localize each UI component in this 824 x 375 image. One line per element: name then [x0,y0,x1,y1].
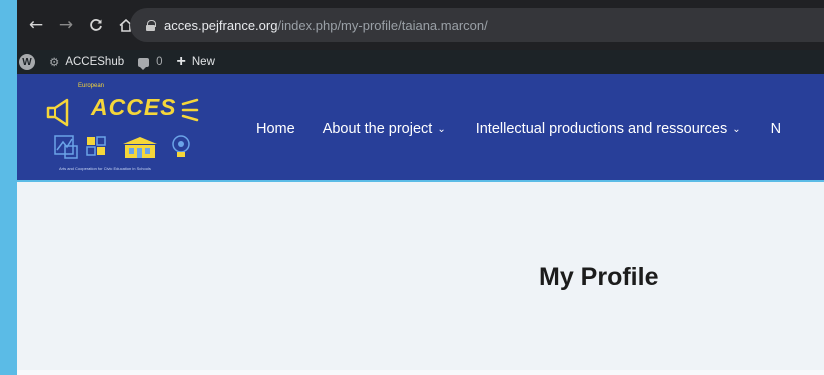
left-frame-strip [0,0,17,375]
forward-arrow-icon[interactable]: → [55,14,77,36]
nav-item-label: N [770,121,782,137]
logo-european-text: European [78,83,105,89]
lock-icon [146,19,156,31]
reload-icon[interactable] [85,14,107,36]
page-title: My Profile [539,263,659,291]
back-arrow-icon[interactable]: ← [25,14,47,36]
url-path: /index.php/my-profile/taiana.marcon/ [277,17,488,33]
site-logo[interactable]: European ACCES Arts and Cooperation for … [43,80,218,176]
nav-item-about-the-project[interactable]: About the project ⌄ [323,121,446,137]
logo-tagline: Arts and Cooperation for Civic Education… [59,166,151,171]
wp-site-link[interactable]: ⚙ ACCEShub [49,55,124,69]
megaphone-icon [46,98,69,127]
wp-site-name: ACCEShub [65,56,125,68]
nav-item-label: Home [256,121,295,137]
wp-comments-link[interactable]: 0 [138,56,163,70]
page-content: My Profile [17,182,824,375]
nav-item-intellectual-productions[interactable]: Intellectual productions and ressources … [476,121,741,137]
nav-item-label: Intellectual productions and ressources [475,121,728,137]
url-host: acces.pejfrance.org [164,17,278,33]
wordpress-logo-icon[interactable]: W [19,54,35,70]
chevron-down-icon: ⌄ [732,123,741,135]
wp-admin-bar: W ⚙ ACCEShub 0 + New [17,50,824,74]
browser-toolbar: ← → acces.pejfrance.org/index.php/my-pro… [17,0,824,50]
address-bar[interactable]: acces.pejfrance.org/index.php/my-profile… [130,8,824,42]
comment-bubble-icon [138,57,150,70]
logo-pictograms-icon [54,135,190,159]
chevron-down-icon: ⌄ [437,123,446,135]
plus-icon: + [176,53,186,70]
dashboard-icon: ⚙ [49,55,60,69]
nav-item-truncated[interactable]: N [771,121,781,137]
logo-acces-text: ACCES [91,94,177,120]
wp-comment-count: 0 [156,56,163,68]
nav-item-home[interactable]: Home [256,121,295,137]
nav-item-label: About the project [322,121,433,137]
rays-icon [181,98,199,122]
wp-new-label: New [191,56,215,68]
content-bottom-edge [17,370,824,375]
main-navigation: Home About the project ⌄ Intellectual pr… [256,121,811,137]
wp-new-link[interactable]: + New [177,53,215,71]
site-header: European ACCES Arts and Cooperation for … [17,74,824,180]
